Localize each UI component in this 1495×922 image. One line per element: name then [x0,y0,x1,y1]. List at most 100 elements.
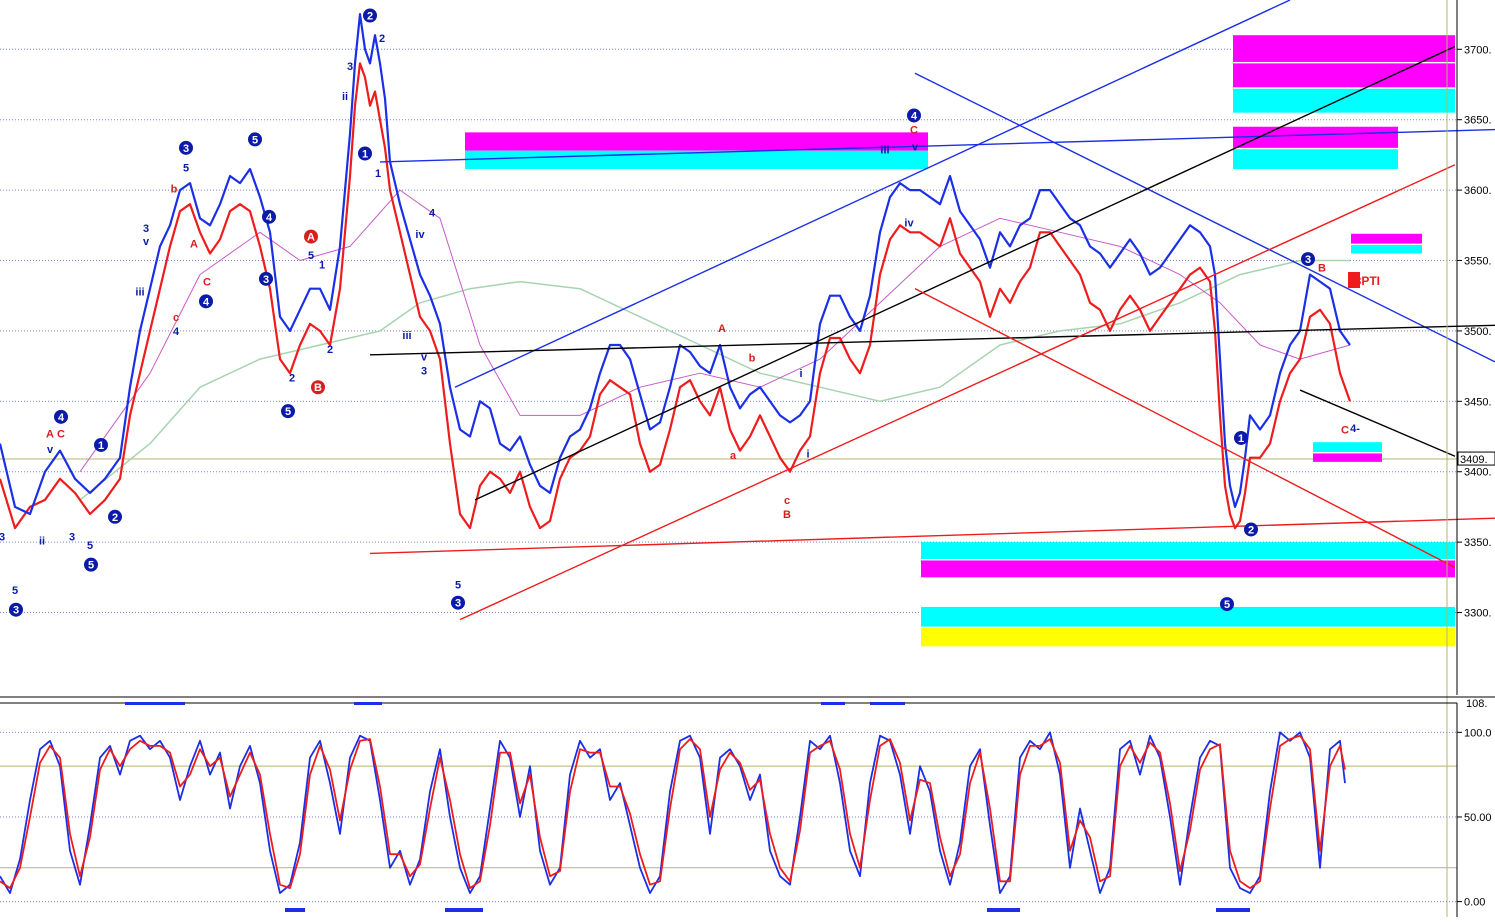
wave-label: ii [342,91,348,103]
y-tick-label: 3600. [1464,185,1492,197]
wave-label: 4 [203,296,210,308]
wave-label: A [307,232,315,244]
target-zone [1233,149,1398,169]
wave-label: v [143,236,150,248]
wave-label: 4- [1350,423,1360,435]
chart-window: 3 5 3 ii A C 4 v 1 2 3 5 5 3 5 b 3 v iii c 4 A C 4 5 3 4 A 5 1 2 2 5 B 2 1 3… [0,0,1495,917]
oscillator-y-tick-label: 50.00 [1464,812,1492,824]
y-tick-label: 3700. [1464,44,1492,56]
target-zone [1233,63,1455,88]
y-tick-label: 3500. [1464,326,1492,338]
wave-label: iii [402,330,411,342]
target-zone [921,606,1455,627]
wave-label: 3 [263,274,269,286]
wave-label: 1 [98,440,104,452]
time-marker [354,702,382,705]
pti-badge: 58PTI [1348,272,1380,288]
y-tick-label: 3350. [1464,537,1492,549]
wave-label: 5 [308,250,314,262]
wave-label: 1 [319,260,325,272]
wave-label: B [1318,263,1326,275]
wave-label: 4 [911,110,918,122]
wave-label: 4 [58,412,65,424]
wave-label: 4 [266,212,273,224]
wave-label: 2 [289,372,295,384]
target-zone [1313,453,1382,462]
time-marker [1216,908,1250,912]
wave-label: 1 [362,148,368,160]
wave-label: 5 [12,585,18,597]
y-tick-label: 3300. [1464,608,1492,620]
current-price-label: 3409. [1460,454,1488,466]
time-marker [821,702,845,705]
wave-label: b [749,353,756,365]
oscillator-y-tick-label: 100.0 [1464,727,1492,739]
wave-label: a [730,450,737,462]
wave-label: v [421,351,428,363]
wave-label: c [784,495,790,507]
wave-label: 1 [1238,433,1244,445]
wave-label: A [190,239,198,251]
wave-label: C [57,429,65,441]
wave-label: v [47,444,54,456]
time-marker [870,702,905,705]
wave-label: C [203,277,211,289]
wave-label: 3 [13,605,19,617]
wave-label: iii [880,144,889,156]
wave-label: C [1341,424,1349,436]
wave-label: b [171,184,178,196]
wave-label: 3 [455,598,461,610]
wave-label: 3 [421,365,427,377]
oscillator-y-tick-label: 0.00 [1464,897,1485,909]
wave-label: 5 [183,163,189,175]
wave-label: C [910,125,918,137]
wave-label: 2 [327,344,333,356]
oscillator-top-label: 108. [1466,698,1487,710]
wave-label: 2 [1248,524,1254,536]
time-marker [125,702,185,705]
target-zone [921,542,1455,560]
wave-label: 3 [0,532,5,544]
wave-label: 4 [173,326,180,338]
wave-label: i [799,368,802,380]
target-zone [1351,233,1422,244]
target-zone [1233,88,1455,113]
pti-badge-label: 58PTI [1348,274,1380,288]
wave-label: 2 [379,33,385,45]
wave-label: 3 [69,532,75,544]
target-zone [1313,442,1382,453]
wave-label: B [783,509,791,521]
time-marker [285,908,305,912]
target-zone [921,628,1455,647]
wave-label: ii [39,536,45,548]
wave-label: 5 [1224,599,1230,611]
wave-label: 2 [112,512,118,524]
target-zone [1351,245,1422,254]
wave-label: v [912,141,919,153]
wave-label: c [173,312,179,324]
wave-label: 5 [455,579,461,591]
time-marker [987,908,1020,912]
wave-label: i [806,448,809,460]
y-tick-label: 3400. [1464,467,1492,479]
wave-label: iv [415,229,425,241]
wave-label: 5 [88,560,94,572]
wave-label: 2 [367,10,373,22]
wave-label: 1 [375,168,381,180]
wave-label: 3 [143,223,149,235]
target-zone [1233,35,1455,62]
y-tick-label: 3650. [1464,115,1492,127]
wave-label: 3 [347,61,353,73]
y-tick-label: 3550. [1464,256,1492,268]
wave-label: 3 [1305,254,1311,266]
wave-label: 5 [285,406,291,418]
time-marker [445,908,483,912]
wave-label: 4 [429,208,436,220]
chart-canvas: 353 iiA C4v 1235535b3viiic4AC4534A51225B213… [0,0,1495,917]
wave-label: 5 [87,540,93,552]
wave-label: B [314,382,322,394]
wave-label: iv [904,217,914,229]
wave-label: iii [135,286,144,298]
y-tick-label: 3450. [1464,396,1492,408]
current-price-marker: 3409. [1457,451,1495,466]
